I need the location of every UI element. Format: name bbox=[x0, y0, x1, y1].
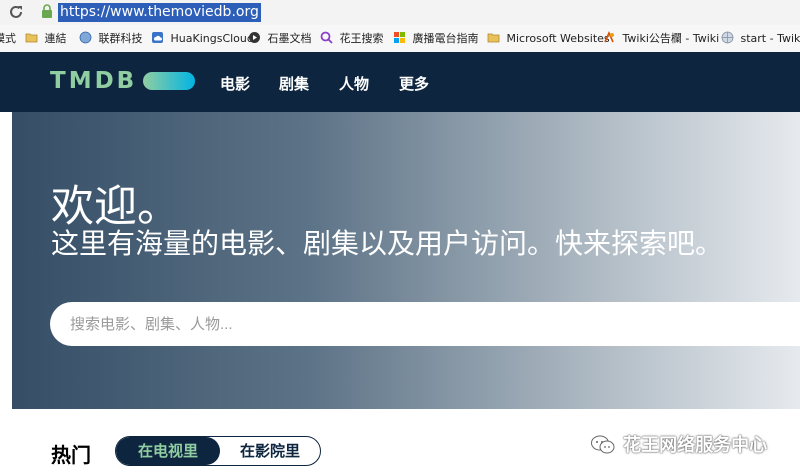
bookmark-label: Twiki公告欄 - Twiki bbox=[622, 32, 720, 45]
nav-link-tv[interactable]: 剧集 bbox=[279, 73, 309, 94]
bookmark-item[interactable]: Microsoft Websites bbox=[487, 31, 610, 47]
bookmark-item[interactable]: 廣播電台指南 bbox=[393, 31, 479, 47]
hero-subtitle: 这里有海量的电影、剧集以及用户访问。快来探索吧。 bbox=[51, 227, 724, 260]
bookmark-label: 廣播電台指南 bbox=[412, 32, 479, 45]
tab-in-theaters[interactable]: 在影院里 bbox=[220, 437, 320, 465]
site-header: TMDB 电影 剧集 人物 更多 bbox=[0, 52, 800, 112]
search-icon bbox=[320, 31, 333, 44]
bookmark-item[interactable]: 石墨文档 bbox=[248, 31, 312, 47]
address-bar: https://www.themoviedb.org bbox=[0, 0, 800, 25]
nav-link-more[interactable]: 更多 bbox=[399, 73, 429, 94]
bookmark-label: 石墨文档 bbox=[267, 32, 312, 45]
windows-icon bbox=[394, 32, 405, 43]
bookmark-label: 联群科技 bbox=[98, 32, 143, 45]
reload-icon[interactable] bbox=[8, 4, 24, 20]
logo-pill bbox=[143, 72, 195, 90]
bookmark-label: Microsoft Websites bbox=[506, 32, 610, 45]
bookmark-item[interactable]: 連結 bbox=[25, 31, 67, 47]
bookmark-label: 花王搜索 bbox=[339, 32, 384, 45]
shimo-icon bbox=[249, 32, 260, 43]
url-text[interactable]: https://www.themoviedb.org bbox=[58, 3, 261, 22]
logo[interactable]: TMDB bbox=[50, 68, 137, 94]
folder-icon bbox=[25, 33, 38, 43]
trending-toggle: 在电视里 在影院里 bbox=[115, 436, 321, 466]
cloud-icon bbox=[152, 32, 163, 43]
bookmark-item[interactable]: start - Twiki bbox=[721, 31, 800, 47]
bookmark-label: start - Twiki bbox=[740, 32, 800, 45]
search-input[interactable] bbox=[50, 302, 800, 346]
globe-icon bbox=[79, 31, 92, 44]
bookmark-item[interactable]: 模式 bbox=[0, 31, 16, 47]
lock-icon bbox=[42, 4, 52, 18]
bookmark-label: HuaKingsCloud bbox=[170, 32, 254, 45]
bookmark-label: 連結 bbox=[44, 32, 67, 45]
nav-link-movies[interactable]: 电影 bbox=[220, 73, 250, 94]
bookmark-item[interactable]: 花王搜索 bbox=[320, 31, 384, 47]
trending-title: 热门 bbox=[51, 443, 91, 467]
watermark: 花王网络服务中心 bbox=[590, 431, 767, 457]
folder-icon bbox=[487, 33, 500, 43]
nav-link-people[interactable]: 人物 bbox=[339, 73, 369, 94]
twiki-icon bbox=[604, 31, 614, 43]
bookmark-item[interactable]: Twiki公告欄 - Twiki bbox=[603, 31, 719, 47]
tab-on-tv[interactable]: 在电视里 bbox=[116, 437, 220, 465]
bookmark-label: 模式 bbox=[0, 32, 16, 45]
bookmarks-bar: 模式 連結 联群科技 HuaKingsCloud 石墨文档 花王搜索 廣播電台指… bbox=[0, 25, 800, 53]
bookmark-item[interactable]: HuaKingsCloud bbox=[151, 31, 254, 47]
watermark-text: 花王网络服务中心 bbox=[623, 435, 768, 456]
wechat-icon bbox=[591, 435, 615, 454]
hero-banner: 欢迎。 这里有海量的电影、剧集以及用户访问。快来探索吧。 bbox=[12, 112, 800, 409]
bookmark-item[interactable]: 联群科技 bbox=[79, 31, 143, 47]
globe-icon bbox=[721, 31, 734, 44]
